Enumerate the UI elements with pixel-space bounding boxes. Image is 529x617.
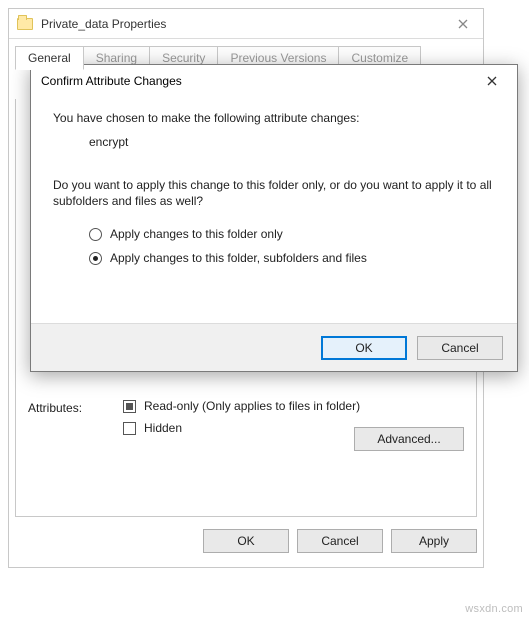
confirm-titlebar: Confirm Attribute Changes	[31, 65, 517, 97]
radio-folder-only[interactable]: Apply changes to this folder only	[89, 227, 495, 241]
radio-folder-only-input[interactable]	[89, 228, 102, 241]
properties-title: Private_data Properties	[41, 17, 435, 31]
advanced-button[interactable]: Advanced...	[354, 427, 464, 451]
hidden-checkbox[interactable]	[123, 422, 136, 435]
folder-icon	[17, 18, 33, 30]
readonly-checkbox[interactable]	[123, 400, 136, 413]
confirm-title: Confirm Attribute Changes	[41, 74, 471, 88]
properties-cancel-button[interactable]: Cancel	[297, 529, 383, 553]
hidden-checkbox-row[interactable]: Hidden	[123, 421, 360, 435]
radio-folder-only-label: Apply changes to this folder only	[110, 227, 283, 241]
attributes-row: Attributes: Read-only (Only applies to f…	[28, 399, 360, 435]
confirm-change-value: encrypt	[89, 135, 495, 149]
hidden-label: Hidden	[144, 421, 182, 435]
watermark: wsxdn.com	[465, 603, 523, 615]
confirm-ok-button[interactable]: OK	[321, 336, 407, 360]
confirm-close-button[interactable]	[471, 67, 513, 95]
close-icon	[487, 76, 497, 86]
confirm-button-row: OK Cancel	[31, 323, 517, 371]
radio-recursive[interactable]: Apply changes to this folder, subfolders…	[89, 251, 495, 265]
readonly-checkbox-row[interactable]: Read-only (Only applies to files in fold…	[123, 399, 360, 413]
confirm-intro-text: You have chosen to make the following at…	[53, 111, 495, 125]
close-icon	[458, 19, 468, 29]
radio-recursive-input[interactable]	[89, 252, 102, 265]
confirm-dialog: Confirm Attribute Changes You have chose…	[30, 64, 518, 372]
properties-apply-button[interactable]: Apply	[391, 529, 477, 553]
tab-general[interactable]: General	[15, 46, 84, 70]
confirm-cancel-button[interactable]: Cancel	[417, 336, 503, 360]
attributes-label: Attributes:	[28, 399, 123, 415]
properties-titlebar: Private_data Properties	[9, 9, 483, 39]
properties-buttons: OK Cancel Apply	[15, 523, 477, 559]
properties-close-button[interactable]	[443, 9, 483, 39]
attributes-options: Read-only (Only applies to files in fold…	[123, 399, 360, 435]
confirm-radio-group: Apply changes to this folder only Apply …	[89, 227, 495, 265]
confirm-question-text: Do you want to apply this change to this…	[53, 177, 495, 209]
properties-ok-button[interactable]: OK	[203, 529, 289, 553]
confirm-body: You have chosen to make the following at…	[31, 97, 517, 265]
radio-recursive-label: Apply changes to this folder, subfolders…	[110, 251, 367, 265]
readonly-label: Read-only (Only applies to files in fold…	[144, 399, 360, 413]
